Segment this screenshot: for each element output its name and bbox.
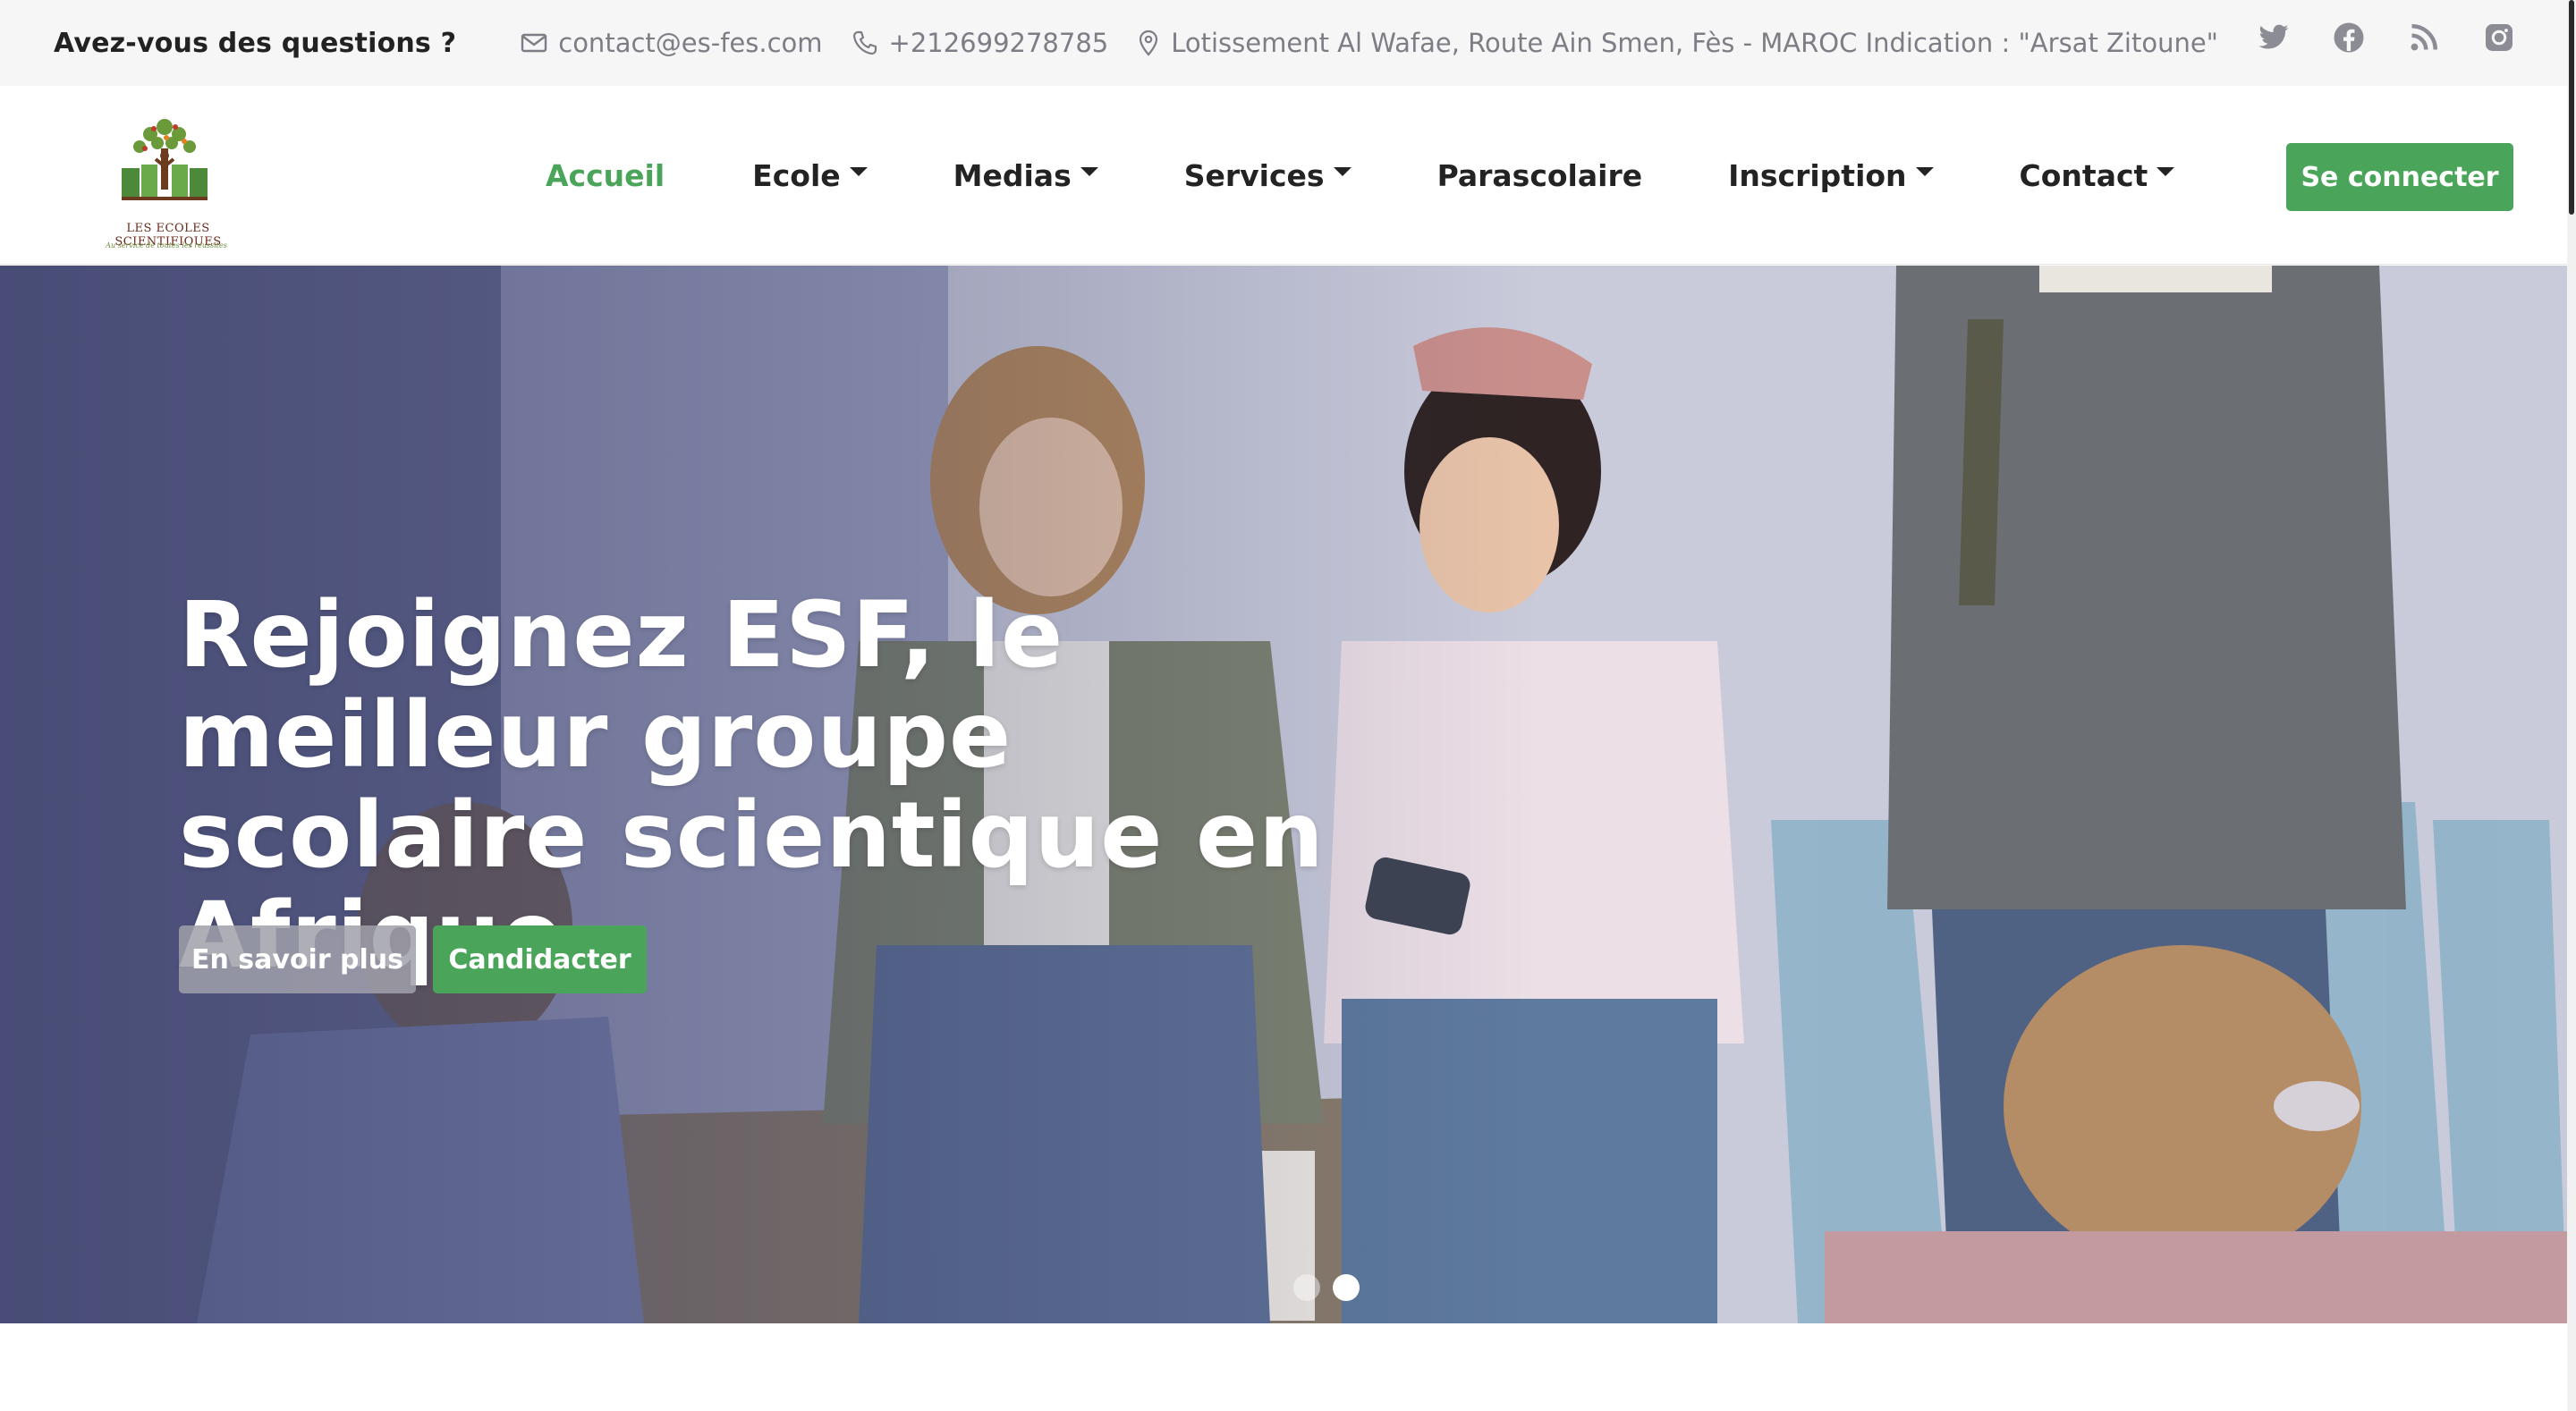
nav-item-label: Services — [1183, 157, 1325, 193]
nav-item-medias[interactable]: Medias — [953, 158, 1098, 193]
apply-button[interactable]: Candidacter — [433, 925, 647, 993]
email-info[interactable]: contact@es-fes.com — [521, 28, 823, 58]
site-logo[interactable]: LES ECOLES SCIENTIFIQUES Au service de t… — [68, 113, 265, 249]
map-pin-icon — [1140, 30, 1158, 56]
phone-text[interactable]: +212699278785 — [889, 28, 1109, 58]
caret-down-icon — [1333, 167, 1352, 176]
nav-item-label: Medias — [953, 157, 1072, 193]
nav-item-inscription[interactable]: Inscription — [1728, 157, 1934, 193]
logo-tagline: Au service de toutes les réussites — [106, 241, 227, 249]
caret-down-icon — [1915, 167, 1934, 176]
nav-item-services[interactable]: Services — [1184, 158, 1352, 193]
nav-item-label: Ecole — [752, 157, 841, 193]
nav-item-accueil[interactable]: Accueil — [546, 158, 665, 193]
nav-item-parascolaire[interactable]: Parascolaire — [1437, 158, 1643, 193]
nav-item-label: Accueil — [546, 157, 665, 193]
learn-more-button[interactable]: En savoir plus — [179, 925, 416, 993]
nav-item-label: Contact — [2019, 157, 2148, 193]
address-text: Lotissement Al Wafae, Route Ain Smen, Fè… — [1171, 28, 2219, 58]
rss-icon[interactable] — [2408, 21, 2440, 54]
login-button[interactable]: Se connecter — [2286, 143, 2513, 211]
main-navbar: LES ECOLES SCIENTIFIQUES Au service de t… — [0, 86, 2567, 265]
carousel-dot-active[interactable] — [1333, 1274, 1360, 1301]
caret-down-icon — [1080, 167, 1098, 176]
hero-carousel: Rejoignez ESF, le meilleur groupe scolai… — [0, 266, 2567, 1323]
email-text[interactable]: contact@es-fes.com — [558, 28, 822, 58]
page-scrollbar-thumb[interactable] — [2569, 0, 2574, 215]
nav-item-ecole[interactable]: Ecole — [752, 157, 868, 193]
questions-label: Avez-vous des questions ? — [54, 27, 457, 59]
social-links — [2258, 21, 2515, 54]
tree-books-logo-icon — [122, 119, 208, 200]
carousel-indicators — [1293, 1274, 1360, 1301]
carousel-dot[interactable] — [1293, 1274, 1320, 1301]
nav-item-label: Parascolaire — [1436, 157, 1643, 193]
facebook-icon[interactable] — [2333, 21, 2365, 54]
phone-icon — [852, 30, 877, 55]
instagram-icon[interactable] — [2483, 21, 2515, 54]
caret-down-icon — [849, 167, 868, 176]
address-info: Lotissement Al Wafae, Route Ain Smen, Fè… — [1137, 28, 2218, 58]
nav-item-label: Inscription — [1728, 157, 1907, 193]
nav-item-contact[interactable]: Contact — [2020, 158, 2175, 193]
main-menu: Accueil Ecole Medias Services Parascolai… — [546, 86, 2175, 265]
caret-down-icon — [2157, 167, 2175, 176]
twitter-icon[interactable] — [2258, 21, 2290, 54]
phone-info[interactable]: +212699278785 — [852, 28, 1109, 58]
top-info-bar: Avez-vous des questions ? contact@es-fes… — [0, 0, 2567, 86]
envelope-icon — [521, 33, 547, 53]
